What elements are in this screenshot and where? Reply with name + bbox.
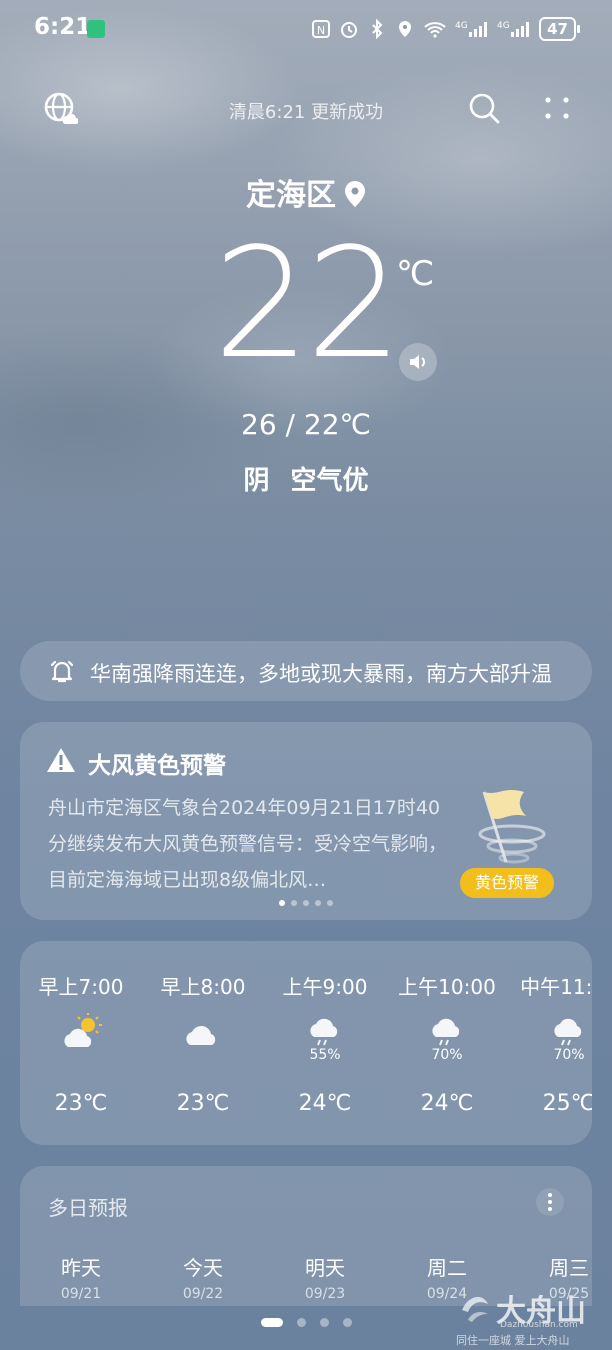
daily-forecast-title: 多日预报: [48, 1196, 128, 1220]
day-label: 周二: [427, 1256, 467, 1280]
hour-temp: 23℃: [54, 1091, 108, 1116]
day-date: 09/23: [304, 1286, 346, 1302]
hourly-forecast[interactable]: 早上7:00 23℃ 早上8:00 23℃ 上午9:00 55% 24℃ 上午1…: [20, 941, 592, 1145]
svg-text:N: N: [317, 24, 325, 37]
search-icon[interactable]: [466, 90, 502, 126]
pager-dot: [291, 900, 297, 906]
weather-condition: 阴 空气优: [243, 466, 369, 496]
watermark-logo-icon: [462, 1296, 488, 1322]
current-temperature: 22: [213, 215, 402, 392]
wind-flag-icon: [478, 790, 546, 864]
hour-time: 上午9:00: [282, 975, 368, 999]
hour-time: 早上7:00: [38, 975, 124, 999]
watermark: 大舟山 Dazhoushan.com 同住一座城 爱上大舟山: [456, 1286, 606, 1347]
hour-time: 上午10:00: [398, 975, 496, 999]
bell-icon: [50, 660, 74, 683]
warning-title: 大风黄色预警: [88, 753, 226, 779]
voice-broadcast-button[interactable]: [399, 343, 437, 381]
network-label-1: 4G: [455, 21, 468, 31]
cloud-icon: [186, 1025, 216, 1045]
partly-sunny-icon: [64, 1013, 102, 1047]
warning-body: 舟山市定海区气象台2024年09月21日17时40分继续发布大风黄色预警信号：受…: [48, 797, 448, 891]
update-status: 清晨6:21 更新成功: [228, 102, 384, 123]
hour-time: 早上8:00: [160, 975, 246, 999]
speaker-icon: [410, 355, 425, 369]
location-icon: [399, 21, 412, 37]
location-title[interactable]: 定海区: [0, 170, 612, 214]
pager-dot: [303, 900, 309, 906]
signal-icon-1: 4G: [455, 21, 488, 37]
warning-pager: [20, 900, 592, 906]
page-dot[interactable]: [296, 1318, 306, 1327]
more-icon[interactable]: [540, 90, 576, 126]
day-date: 09/21: [60, 1286, 102, 1302]
status-time: 6:21: [34, 14, 92, 40]
page-dot-active[interactable]: [260, 1318, 283, 1327]
day-label: 昨天: [61, 1256, 101, 1280]
day-label: 明天: [305, 1256, 345, 1280]
wifi-icon: [424, 22, 446, 38]
day-date: 09/22: [182, 1286, 224, 1302]
nfc-icon: N: [312, 20, 331, 38]
status-bar: 6:21 N 4G 4G 47: [0, 0, 612, 60]
pager-dot-active: [279, 900, 285, 906]
daily-forecast[interactable]: 多日预报 昨天 今天 明天 周二 周三 09/21 09/22 09/23 09…: [20, 1166, 592, 1306]
news-text: 华南强降雨连连，多地或现大暴雨，南方大部升温: [90, 662, 552, 686]
bluetooth-icon: [372, 19, 383, 39]
precipitation-prob: 55%: [309, 1047, 341, 1063]
warning-card[interactable]: 大风黄色预警 舟山市定海区气象台2024年09月21日17时40分继续发布大风黄…: [20, 722, 592, 920]
watermark-slogan: 同住一座城 爱上大舟山: [456, 1334, 570, 1347]
more-vertical-icon[interactable]: [536, 1188, 564, 1216]
page-dot[interactable]: [342, 1318, 352, 1327]
location-pin-icon: [345, 181, 365, 207]
top-toolbar: 清晨6:21 更新成功: [0, 84, 612, 134]
precipitation-prob: 70%: [553, 1047, 585, 1063]
hour-temp: 24℃: [420, 1091, 474, 1116]
hour-time: 中午11:00: [520, 975, 592, 999]
location-name: 定海区: [246, 178, 336, 213]
battery-indicator: 47: [539, 17, 580, 41]
precipitation-prob: 70%: [431, 1047, 463, 1063]
page-dot[interactable]: [319, 1318, 329, 1327]
news-ticker[interactable]: 华南强降雨连连，多地或现大暴雨，南方大部升温: [20, 641, 592, 701]
alarm-icon: [341, 22, 358, 38]
hourglass-icon: [87, 20, 105, 38]
status-icons: N 4G 4G 47: [311, 17, 580, 41]
day-label: 周三: [549, 1256, 589, 1280]
hour-temp: 24℃: [298, 1091, 352, 1116]
watermark-domain: Dazhoushan.com: [500, 1320, 578, 1330]
temperature-unit: ℃: [396, 254, 435, 294]
temperature-range: 26 / 22℃: [241, 408, 371, 441]
pager-dot: [327, 900, 333, 906]
hour-temp: 23℃: [176, 1091, 230, 1116]
signal-icon-2: 4G: [497, 21, 530, 37]
warning-icon: [47, 748, 75, 772]
hour-temp: 25℃: [542, 1091, 592, 1116]
network-label-2: 4G: [497, 21, 510, 31]
warning-level-badge: 黄色预警: [460, 868, 554, 898]
pager-dot: [315, 900, 321, 906]
day-label: 今天: [183, 1256, 223, 1280]
